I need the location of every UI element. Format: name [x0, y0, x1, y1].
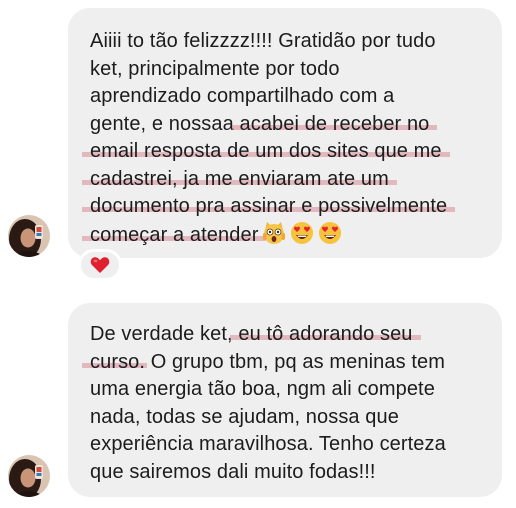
message-line: curso. O grupo tbm, pq as meninas tem — [82, 349, 488, 377]
scared-cat-emoji — [262, 221, 286, 245]
message-text: gente, e nossaa — [90, 112, 240, 135]
message-line: nada, todas se ajudam, nossa que — [90, 405, 399, 428]
message-line: ket, principalmente por todo — [90, 57, 340, 80]
message-line: documento pra assinar e possivelmente — [82, 193, 488, 221]
highlighted-text: email resposta de um dos sites que me — [82, 140, 450, 162]
avatar[interactable] — [8, 455, 50, 497]
message-line: cadastrei, ja me enviaram ate um — [82, 166, 488, 194]
avatar[interactable] — [8, 215, 50, 257]
message-line: Aiiii to tão felizzzz!!!! Gratidão por t… — [90, 30, 436, 52]
message-line: De verdade ket, eu tô adorando seu — [90, 321, 488, 349]
message-line: começar a atender — [82, 221, 488, 250]
message-line: email resposta de um dos sites que me — [82, 138, 488, 166]
highlighted-text: curso — [82, 350, 148, 373]
message-text: De verdade ket, — [90, 323, 239, 345]
message-text: . O grupo tbm, pq as meninas tem — [139, 350, 445, 373]
highlighted-text: eu tô adorando seu — [230, 323, 421, 345]
reaction-badge[interactable] — [78, 249, 122, 281]
message-bubble-2[interactable]: De verdade ket, eu tô adorando seu curso… — [68, 303, 502, 497]
highlighted-text: cadastrei, ja me enviaram ate um — [82, 167, 397, 190]
message-line: gente, e nossaa acabei de receber no — [90, 111, 488, 139]
message-bubble-1[interactable]: Aiiii to tão felizzzz!!!! Gratidão por t… — [68, 8, 502, 258]
highlighted-text: documento pra assinar e possivelmente — [82, 195, 456, 217]
red-heart-emoji — [90, 257, 110, 273]
message-line: que sairemos dali muito fodas!!! — [90, 460, 376, 483]
highlighted-text: começar a atender — [82, 223, 267, 246]
message-line: uma energia tão boa, ngm ali compete — [90, 378, 435, 400]
message-line: aprendizado compartilhado com a — [90, 85, 395, 107]
highlighted-text: acabei de receber no — [231, 112, 438, 135]
heart-eyes-emoji — [290, 221, 314, 245]
heart-eyes-emoji — [318, 221, 342, 245]
message-line: experiência maravilhosa. Tenho certeza — [90, 433, 446, 455]
